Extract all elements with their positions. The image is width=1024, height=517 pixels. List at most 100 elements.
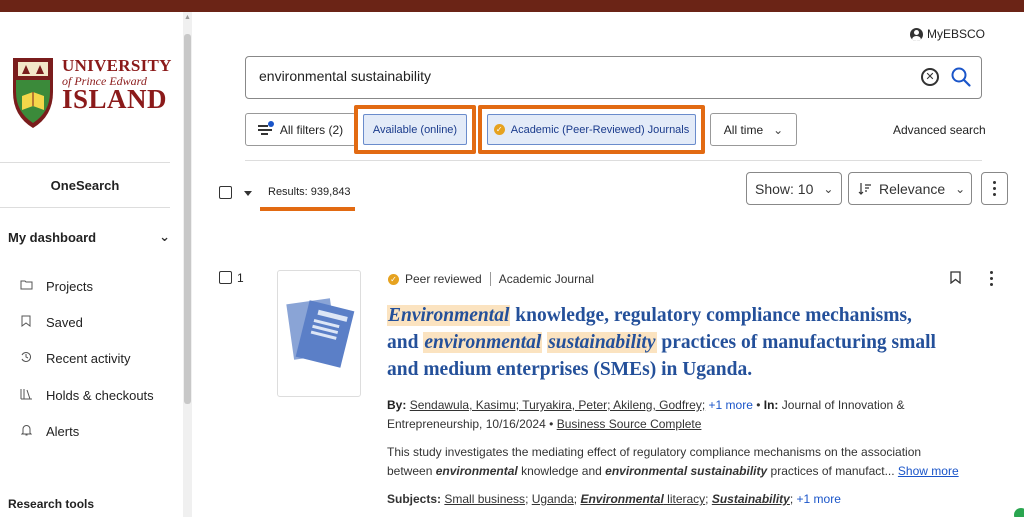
bell-icon bbox=[16, 424, 36, 439]
sidebar-item-saved[interactable]: Saved bbox=[16, 312, 176, 332]
myebsco-account-button[interactable]: MyEBSCO bbox=[910, 27, 985, 41]
sidebar-item-label: Alerts bbox=[46, 423, 80, 439]
show-per-page-dropdown[interactable]: Show: 10 ⌄ bbox=[746, 172, 842, 205]
peer-reviewed-check-icon: ✓ bbox=[388, 273, 399, 285]
by-label: By: bbox=[387, 398, 407, 412]
result-abstract: This study investigates the mediating ef… bbox=[387, 443, 967, 481]
chevron-down-icon: ⌄ bbox=[823, 181, 834, 196]
available-online-filter-chip[interactable]: Available (online) bbox=[363, 114, 467, 145]
filter-icon bbox=[257, 120, 274, 137]
abstract-text: knowledge and bbox=[517, 464, 606, 478]
highlight-underline bbox=[260, 207, 355, 211]
subject-text: literacy bbox=[663, 492, 706, 506]
title-highlight: sustainability bbox=[547, 332, 657, 353]
abstract-keyword: environmental bbox=[435, 464, 518, 478]
sidebar-item-label: Saved bbox=[46, 314, 83, 330]
caret-down-icon[interactable] bbox=[244, 191, 252, 196]
document-icon bbox=[286, 298, 355, 368]
publication-type-label: Academic Journal bbox=[498, 272, 595, 286]
more-subjects-link[interactable]: +1 more bbox=[797, 492, 841, 506]
main-divider bbox=[245, 160, 982, 161]
bookmark-icon[interactable] bbox=[950, 271, 961, 284]
sidebar-item-label: Holds & checkouts bbox=[46, 387, 154, 403]
more-vertical-icon bbox=[982, 173, 1007, 204]
scrollbar-thumb[interactable] bbox=[184, 34, 191, 404]
peer-reviewed-check-icon: ✓ bbox=[493, 124, 505, 135]
sidebar-item-label: Recent activity bbox=[46, 350, 131, 366]
show-more-link[interactable]: Show more bbox=[898, 464, 959, 478]
result-number: 1 bbox=[237, 271, 244, 285]
result-source-type: ✓ Peer reviewed Academic Journal bbox=[388, 272, 594, 286]
sidebar-divider bbox=[0, 162, 170, 163]
search-input[interactable] bbox=[259, 68, 859, 84]
subject-link[interactable]: Small business bbox=[444, 492, 525, 506]
subject-link[interactable]: Sustainability bbox=[712, 492, 790, 506]
sidebar-item-alerts[interactable]: Alerts bbox=[16, 421, 176, 441]
show-per-page-label: Show: 10 bbox=[755, 180, 814, 197]
sidebar-item-projects[interactable]: Projects bbox=[16, 276, 176, 296]
title-highlight: environmental bbox=[423, 332, 543, 353]
result-thumbnail[interactable] bbox=[277, 270, 361, 397]
status-indicator bbox=[1014, 508, 1024, 517]
in-label: In: bbox=[763, 398, 779, 412]
select-all-checkbox[interactable] bbox=[219, 186, 232, 199]
abstract-text: practices of manufact... bbox=[767, 464, 895, 478]
chevron-down-icon: ⌄ bbox=[773, 122, 784, 137]
more-options-button[interactable] bbox=[981, 172, 1008, 205]
chevron-down-icon: ⌄ bbox=[955, 181, 966, 196]
crest-icon bbox=[13, 58, 53, 128]
advanced-search-link[interactable]: Advanced search bbox=[893, 123, 986, 137]
top-brand-bar bbox=[0, 0, 1024, 12]
date-range-label: All time bbox=[723, 122, 764, 137]
logo-line-1: UNIVERSITY bbox=[62, 56, 172, 75]
myebsco-label: MyEBSCO bbox=[927, 27, 986, 41]
scroll-up-arrow-icon[interactable]: ▲ bbox=[183, 14, 192, 22]
chevron-down-icon: ⌄ bbox=[159, 229, 170, 244]
sort-label: Relevance bbox=[879, 180, 946, 197]
result-metadata: By: Sendawula, Kasimu; Turyakira, Peter;… bbox=[387, 398, 905, 431]
clear-search-icon[interactable]: ✕ bbox=[921, 68, 939, 86]
logo-line-3: ISLAND bbox=[62, 84, 168, 114]
sort-dropdown[interactable]: Relevance ⌄ bbox=[848, 172, 972, 205]
user-account-icon bbox=[910, 27, 923, 41]
history-icon bbox=[16, 351, 36, 366]
result-checkbox[interactable] bbox=[219, 271, 232, 284]
results-count: Results: 939,843 bbox=[268, 186, 351, 198]
peer-reviewed-label: Peer reviewed bbox=[405, 272, 482, 286]
result-subjects: Subjects: Small business; Uganda; Enviro… bbox=[387, 492, 841, 506]
subject-keyword: Sustainability bbox=[711, 492, 790, 506]
sort-icon bbox=[858, 182, 871, 195]
sidebar: UNIVERSITY of Prince Edward ISLAND bbox=[0, 12, 183, 517]
more-vertical-icon bbox=[988, 270, 994, 286]
subjects-label: Subjects: bbox=[387, 492, 442, 506]
result-more-options[interactable] bbox=[988, 270, 994, 286]
title-highlight: Environmental bbox=[387, 305, 511, 326]
sidebar-divider bbox=[0, 207, 170, 208]
abstract-keyword: environmental sustainability bbox=[605, 464, 768, 478]
subject-link[interactable]: Environmental literacy bbox=[580, 492, 705, 506]
subject-link[interactable]: Uganda bbox=[532, 492, 574, 506]
available-online-label: Available (online) bbox=[372, 123, 458, 136]
sidebar-item-recent-activity[interactable]: Recent activity bbox=[16, 348, 176, 368]
logo-wordmark: UNIVERSITY of Prince Edward ISLAND bbox=[62, 57, 172, 113]
university-logo[interactable]: UNIVERSITY of Prince Edward ISLAND bbox=[10, 54, 171, 132]
result-title-link[interactable]: Environmental knowledge, regulatory comp… bbox=[387, 302, 947, 383]
books-icon bbox=[16, 388, 36, 403]
all-filters-button[interactable]: All filters (2) bbox=[245, 113, 356, 146]
database-link[interactable]: Business Source Complete bbox=[557, 417, 702, 431]
authors-link[interactable]: Sendawula, Kasimu; Turyakira, Peter; Aki… bbox=[410, 398, 705, 412]
peer-reviewed-label: Academic (Peer-Reviewed) Journals bbox=[510, 123, 690, 136]
subject-keyword: Environmental bbox=[580, 492, 664, 506]
date-range-dropdown[interactable]: All time ⌄ bbox=[710, 113, 797, 146]
research-tools-heading[interactable]: Research tools bbox=[8, 497, 94, 511]
sidebar-scrollbar[interactable]: ▲ bbox=[183, 12, 192, 517]
search-icon[interactable] bbox=[950, 66, 972, 88]
more-authors-link[interactable]: +1 more bbox=[709, 398, 753, 412]
sidebar-item-holds-checkouts[interactable]: Holds & checkouts bbox=[16, 385, 176, 405]
sidebar-onesearch-link[interactable]: OneSearch bbox=[0, 178, 170, 193]
peer-reviewed-filter-chip[interactable]: ✓ Academic (Peer-Reviewed) Journals bbox=[487, 114, 696, 145]
all-filters-label: All filters (2) bbox=[279, 122, 344, 137]
search-box: ✕ bbox=[245, 56, 982, 99]
my-dashboard-toggle[interactable]: My dashboard ⌄ bbox=[8, 229, 170, 245]
my-dashboard-label: My dashboard bbox=[8, 230, 97, 245]
